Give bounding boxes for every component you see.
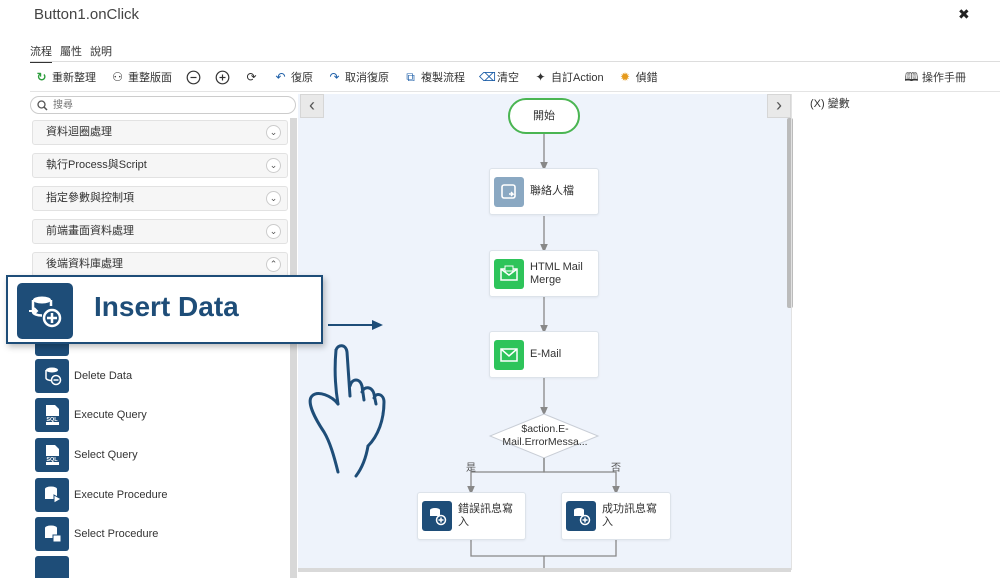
contact-node[interactable]: 聯絡人檔 xyxy=(489,168,599,215)
insert-data-callout[interactable]: Insert Data xyxy=(6,275,323,344)
success-insert-node[interactable]: 成功訊息寫入 xyxy=(561,492,671,540)
no-branch-label: 否 xyxy=(611,463,621,474)
form-icon xyxy=(494,176,524,207)
insert-data-icon xyxy=(17,283,73,339)
node-label: E-Mail xyxy=(530,348,562,360)
error-insert-node[interactable]: 錯誤訊息寫入 xyxy=(417,492,526,540)
drag-arrow-head xyxy=(372,320,383,330)
condition-label: $action.E-Mail.ErrorMessa... xyxy=(502,423,588,448)
hand-pointer-icon xyxy=(308,344,386,478)
email-icon xyxy=(494,339,524,370)
start-node[interactable]: 開始 xyxy=(508,98,580,134)
node-label: 聯絡人檔 xyxy=(530,185,574,197)
email-node[interactable]: E-Mail xyxy=(489,331,599,378)
node-label: 錯誤訊息寫入 xyxy=(458,503,513,528)
node-label: 成功訊息寫入 xyxy=(602,503,657,528)
connector-line xyxy=(543,458,620,495)
html-mail-icon xyxy=(494,258,524,289)
node-label: HTML Mail Merge xyxy=(530,260,583,286)
insert-data-icon xyxy=(422,501,452,531)
connector-line xyxy=(470,540,617,557)
connector-line xyxy=(467,458,545,495)
flow-editor-window: Button1.onClick ✖ 流程 屬性 說明 ↻ 重新整理 ⚇ 重整版面… xyxy=(0,0,1000,578)
insert-data-icon xyxy=(566,501,596,531)
callout-label: Insert Data xyxy=(94,291,239,322)
yes-branch-label: 是 xyxy=(466,463,476,474)
html-mail-node[interactable]: HTML Mail Merge xyxy=(489,250,599,297)
